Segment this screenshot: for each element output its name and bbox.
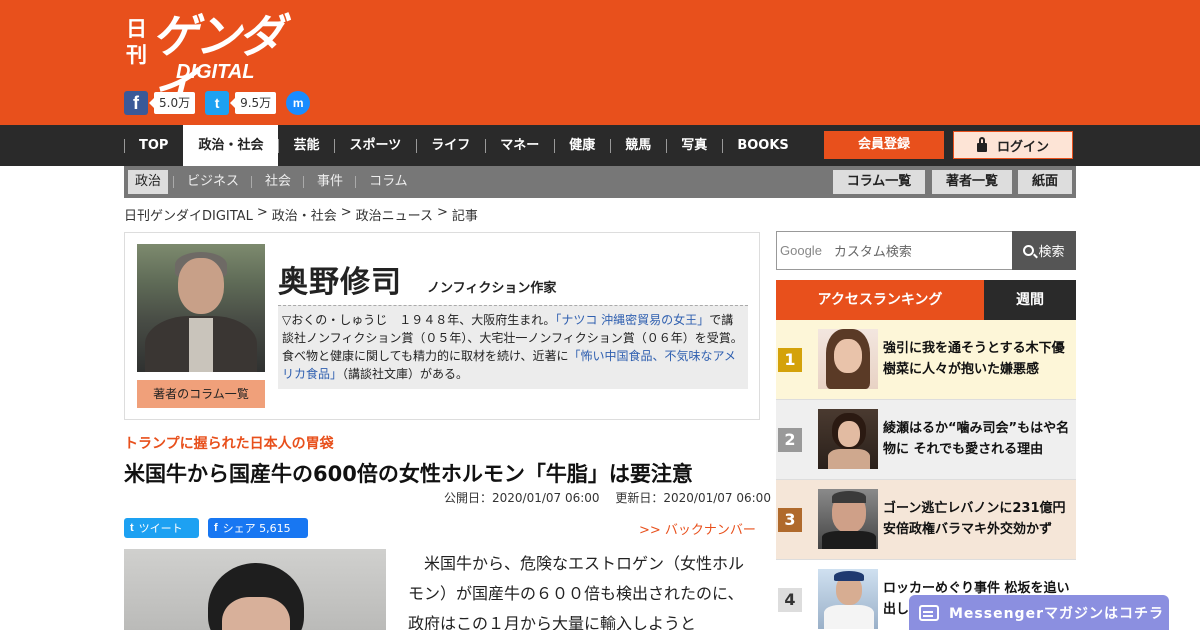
search-icon (1023, 245, 1035, 256)
tweet-label: ツイート (138, 522, 183, 535)
twitter-count: 9.5万 (230, 92, 277, 114)
facebook-share-button[interactable]: f シェア 5,615 (208, 518, 308, 538)
breadcrumb-politics-news[interactable]: 政治ニュース (356, 205, 433, 224)
messenger-magazine-button[interactable]: Messengerマガジンはコチラ (909, 595, 1169, 630)
nav-item-money[interactable]: マネー (485, 125, 554, 166)
ranking-thumbnail (818, 329, 878, 389)
breadcrumb-separator: > (256, 205, 268, 220)
nav-item-politics[interactable]: 政治・社会 (183, 125, 279, 166)
tab-weekly[interactable]: 週間 (984, 280, 1076, 320)
twitter-icon[interactable]: t (205, 91, 230, 115)
search-button-label: 検索 (1038, 245, 1065, 260)
breadcrumb-article: 記事 (451, 209, 478, 224)
article-kicker[interactable]: トランプに握られた日本人の胃袋 (124, 433, 334, 453)
breadcrumb-separator: > (437, 205, 448, 220)
author-name: 奥野修司 (278, 265, 402, 300)
ranking-thumbnail (818, 569, 878, 629)
tweet-button[interactable]: t ツイート (124, 518, 199, 538)
rank-number: 1 (778, 348, 802, 372)
login-label: ログイン (996, 139, 1049, 155)
tab-access-ranking[interactable]: アクセスランキング (776, 280, 984, 320)
article-headline: 米国牛から国産牛の600倍の女性ホルモン「牛脂」は要注意 (124, 462, 693, 486)
article-body: 米国牛から、危険なエストロゲン（女性ホルモン）が国産牛の６００倍も検出されたのに… (408, 554, 745, 630)
messenger-label: Messengerマガジンはコチラ (949, 605, 1164, 622)
ranking-title: 綾瀬はるか“噛み司会”もはや名物に それでも愛される理由 (883, 421, 1070, 457)
subnav-item-politics[interactable]: 政治 (128, 170, 169, 194)
rank-number: 2 (778, 428, 802, 452)
logo-kanji: 日刊 (126, 17, 147, 67)
bio-book-link-1[interactable]: 「ナツコ 沖縄密貿易の女王」 (555, 313, 709, 327)
subnav-item-society[interactable]: 社会 (251, 170, 298, 194)
facebook-icon[interactable]: f (124, 91, 148, 115)
breadcrumb: 日刊ゲンダイDIGITAL > 政治・社会 > 政治ニュース > 記事 (124, 205, 478, 224)
author-columns-link[interactable]: 著者のコラム一覧 (137, 380, 265, 408)
site-header: 日刊 ゲンダイ DIGITAL f 5.0万 t 9.5万 m (0, 0, 1200, 125)
rank-number: 3 (778, 508, 802, 532)
site-logo[interactable]: 日刊 ゲンダイ DIGITAL (126, 10, 306, 114)
author-bio: ▽おくの・しゅうじ １９４８年、大阪府生まれ。「ナツコ 沖縄密貿易の女王」で講談… (278, 305, 748, 389)
nav-item-books[interactable]: BOOKS (722, 125, 803, 166)
bio-text: （講談社文庫）がある。 (342, 367, 469, 381)
sub-nav: 政治 ビジネス 社会 事件 コラム コラム一覧 著者一覧 紙面 (124, 166, 1076, 198)
updated-date: 更新日：2020/01/07 06:00 (615, 491, 771, 505)
breadcrumb-politics-society[interactable]: 政治・社会 (272, 205, 337, 224)
article-image (124, 549, 386, 630)
nav-item-entertainment[interactable]: 芸能 (278, 125, 334, 166)
author-list-button[interactable]: 著者一覧 (932, 170, 1012, 194)
ranking-title: 強引に我を通そうとする木下優樹菜に人々が抱いた嫌悪感 (883, 341, 1065, 377)
ranking-item[interactable]: 2 綾瀬はるか“噛み司会”もはや名物に それでも愛される理由 (776, 400, 1076, 480)
logo-sub: DIGITAL (176, 61, 255, 83)
ranking-thumbnail (818, 489, 878, 549)
bio-text: ▽おくの・しゅうじ １９４８年、大阪府生まれ。 (282, 313, 556, 327)
author-title: ノンフィクション作家 (427, 281, 557, 296)
ranking-title: ゴーン逃亡レバノンに231億円 安倍政権バラマキ外交効かず (883, 501, 1066, 537)
main-nav: TOP 政治・社会 芸能 スポーツ ライフ マネー 健康 競馬 写真 BOOKS… (0, 125, 1200, 166)
search-placeholder: カスタム検索 (833, 245, 912, 260)
search-button[interactable]: 検索 (1012, 231, 1076, 270)
nav-item-sports[interactable]: スポーツ (334, 125, 416, 166)
twitter-icon: t (130, 522, 134, 534)
share-label: シェア 5,615 (222, 522, 291, 535)
chat-icon (919, 604, 939, 621)
ranking-tabs: アクセスランキング 週間 (776, 280, 1076, 320)
register-button[interactable]: 会員登録 (824, 131, 944, 159)
facebook-count: 5.0万 (148, 92, 196, 114)
ranking-item[interactable]: 3 ゴーン逃亡レバノンに231億円 安倍政権バラマキ外交効かず (776, 480, 1076, 560)
subnav-item-business[interactable]: ビジネス (173, 170, 246, 194)
nav-item-top[interactable]: TOP (124, 125, 183, 166)
breadcrumb-home[interactable]: 日刊ゲンダイDIGITAL (124, 205, 253, 224)
messenger-icon[interactable]: m (286, 91, 311, 115)
paper-button[interactable]: 紙面 (1018, 170, 1072, 194)
author-photo (137, 244, 265, 372)
login-button[interactable]: ログイン (953, 131, 1073, 159)
nav-item-photo[interactable]: 写真 (666, 125, 722, 166)
nav-item-keiba[interactable]: 競馬 (610, 125, 666, 166)
ranking-item[interactable]: 1 強引に我を通そうとする木下優樹菜に人々が抱いた嫌悪感 (776, 320, 1076, 400)
author-box: 著者のコラム一覧 奥野修司 ノンフィクション作家 ▽おくの・しゅうじ １９４８年… (124, 232, 760, 420)
published-date: 公開日：2020/01/07 06:00 (444, 491, 600, 505)
facebook-icon: f (214, 522, 218, 534)
breadcrumb-separator: > (340, 205, 352, 220)
search-input[interactable]: Google カスタム検索 (776, 231, 1013, 270)
lock-icon (976, 136, 987, 152)
rank-number: 4 (778, 588, 802, 612)
nav-item-life[interactable]: ライフ (416, 125, 485, 166)
subnav-item-column[interactable]: コラム (355, 170, 415, 194)
ranking-thumbnail (818, 409, 878, 469)
article-dates: 公開日：2020/01/07 06:00 更新日：2020/01/07 06:0… (444, 489, 771, 506)
backnumber-link[interactable]: >> バックナンバー (639, 519, 756, 538)
column-list-button[interactable]: コラム一覧 (833, 170, 925, 194)
social-bar: f 5.0万 t 9.5万 m (124, 91, 311, 115)
google-label: Google (780, 243, 822, 258)
nav-item-health[interactable]: 健康 (554, 125, 610, 166)
subnav-item-incident[interactable]: 事件 (303, 170, 350, 194)
